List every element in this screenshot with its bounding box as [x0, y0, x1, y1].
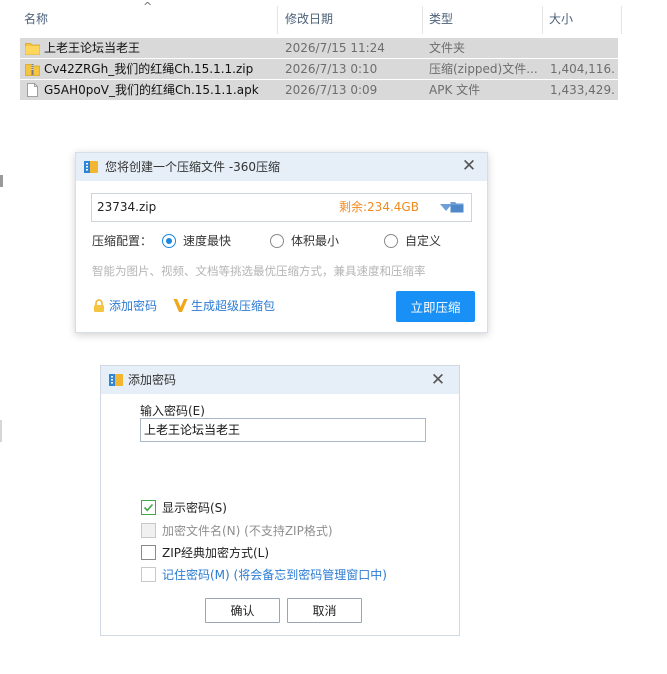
compress-now-button[interactable]: 立即压缩: [396, 291, 475, 322]
file-name: G5AH0poV_我们的红绳Ch.15.1.1.apk: [44, 83, 259, 97]
column-header-date[interactable]: 修改日期: [281, 8, 421, 30]
file-row[interactable]: Cv42ZRGh_我们的红绳Ch.15.1.1.zip 2026/7/13 0:…: [20, 59, 618, 79]
add-password-dialog: 添加密码 ✕ 输入密码(E) 上老王论坛当老王 显示密码(S) 加密文件名(N)…: [100, 365, 460, 636]
checkbox-unchecked-icon[interactable]: [141, 567, 156, 582]
file-row[interactable]: 上老王论坛当老王 2026/7/15 11:24 文件夹: [20, 38, 618, 58]
window-edge-mark: [0, 420, 2, 442]
archive-filename[interactable]: 23734.zip: [97, 194, 156, 221]
password-input-value[interactable]: 上老王论坛当老王: [144, 419, 240, 441]
file-type: 文件夹: [429, 41, 466, 55]
checkbox-unchecked-icon[interactable]: [141, 545, 156, 560]
archive-filename-field[interactable]: 23734.zip 剩余:234.4GB: [91, 193, 472, 222]
cancel-button[interactable]: 取消: [287, 598, 362, 623]
file-row[interactable]: G5AH0poV_我们的红绳Ch.15.1.1.apk 2026/7/13 0:…: [20, 80, 618, 100]
vip-v-icon: [173, 299, 188, 312]
dialog-title: 添加密码: [128, 373, 177, 387]
window-edge-mark: [0, 175, 3, 187]
file-type: 压缩(zipped)文件...: [429, 62, 538, 76]
browse-folder-icon[interactable]: [450, 201, 464, 213]
checkbox-label: 记住密码(M) (将会备忘到密码管理窗口中): [162, 568, 387, 582]
column-divider[interactable]: [621, 6, 622, 34]
add-password-label[interactable]: 添加密码: [109, 298, 157, 314]
360-compress-app-icon: [109, 374, 123, 386]
column-header-size[interactable]: 大小: [545, 8, 620, 30]
close-icon[interactable]: ✕: [460, 157, 478, 175]
checkbox-label: 显示密码(S): [162, 501, 227, 515]
radio-selected-icon[interactable]: [162, 234, 176, 248]
file-date: 2026/7/13 0:10: [285, 62, 378, 76]
column-divider[interactable]: [277, 6, 278, 34]
radio-label: 速度最快: [183, 234, 232, 248]
checkbox-label: ZIP经典加密方式(L): [162, 546, 270, 560]
radio-unselected-icon[interactable]: [270, 234, 284, 248]
column-divider[interactable]: [422, 6, 423, 34]
dialog-title: 您将创建一个压缩文件 -360压缩: [105, 160, 281, 174]
file-name: 上老王论坛当老王: [44, 41, 141, 55]
file-size: 1,404,116...: [550, 62, 616, 76]
360-compress-app-icon: [84, 161, 98, 173]
password-input-label: 输入密码(E): [140, 404, 205, 418]
lock-icon: [94, 299, 104, 312]
file-type: APK 文件: [429, 83, 481, 97]
file-size: 1,433,429...: [550, 83, 616, 97]
checkbox-checked-icon[interactable]: [141, 500, 156, 515]
password-input[interactable]: 上老王论坛当老王: [140, 418, 426, 442]
file-date: 2026/7/13 0:09: [285, 83, 378, 97]
file-name: Cv42ZRGh_我们的红绳Ch.15.1.1.zip: [44, 62, 254, 76]
free-space-label: 剩余:234.4GB: [339, 200, 419, 214]
file-explorer: ^ 名称 修改日期 类型 大小 上老王论坛当老王 2026/7/15 11:24…: [0, 0, 667, 110]
column-header-name[interactable]: 名称: [20, 8, 275, 30]
ok-button[interactable]: 确认: [205, 598, 280, 623]
radio-label: 体积最小: [291, 234, 340, 248]
compress-dialog: 您将创建一个压缩文件 -360压缩 ✕ 23734.zip 剩余:234.4GB…: [75, 152, 488, 333]
zip-file-icon: [25, 64, 40, 76]
compress-config-label: 压缩配置：: [92, 234, 153, 248]
radio-unselected-icon[interactable]: [384, 234, 398, 248]
compress-hint-text: 智能为图片、视频、文档等挑选最优压缩方式，兼具速度和压缩率: [92, 264, 426, 278]
column-header-type[interactable]: 类型: [425, 8, 540, 30]
checkbox-disabled-icon[interactable]: [141, 523, 156, 538]
radio-label: 自定义: [405, 234, 442, 248]
file-date: 2026/7/15 11:24: [285, 41, 385, 55]
close-icon[interactable]: ✕: [429, 371, 447, 389]
column-divider[interactable]: [542, 6, 543, 34]
checkbox-label: 加密文件名(N) (不支持ZIP格式): [162, 524, 333, 538]
folder-icon: [25, 43, 40, 55]
dialog-titlebar[interactable]: 添加密码 ✕: [101, 366, 459, 394]
super-compress-label[interactable]: 生成超级压缩包: [191, 298, 275, 314]
apk-file-icon: [27, 83, 38, 97]
dialog-titlebar[interactable]: 您将创建一个压缩文件 -360压缩 ✕: [76, 153, 487, 181]
